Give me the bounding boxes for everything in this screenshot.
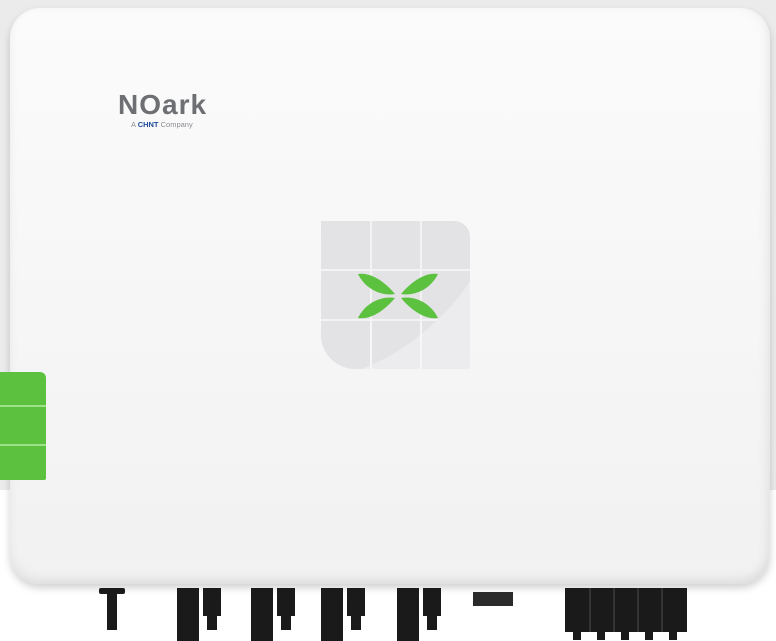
- pv-connector-pair-1: [177, 588, 221, 641]
- chnt-wordmark: CHNT: [137, 120, 159, 129]
- bottom-connectors: [99, 588, 687, 641]
- logo-tagline: A CHNT Company: [131, 120, 193, 129]
- x-leaf-icon: [358, 273, 438, 319]
- antenna-post: [107, 592, 117, 630]
- noark-logo: NOark A CHNT Company: [106, 90, 236, 134]
- pv-connector-pair-4: [397, 588, 441, 641]
- pv-connector-pair-3: [321, 588, 365, 641]
- pv-connector-pair-2: [251, 588, 295, 641]
- comm-port: [473, 592, 513, 606]
- logo-wordmark: NOark: [118, 89, 208, 120]
- ac-terminal-block: [565, 588, 687, 640]
- green-side-tab: [0, 372, 46, 480]
